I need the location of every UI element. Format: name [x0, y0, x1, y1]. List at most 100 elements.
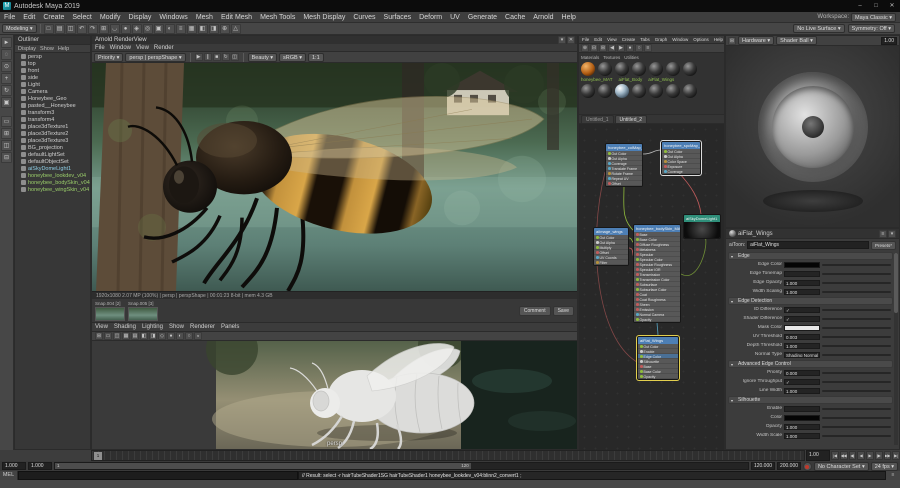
attribute-slider[interactable] [822, 273, 891, 275]
playback-start-field[interactable]: 1.000 [28, 462, 52, 470]
zoom-ratio-button[interactable]: 1:1 [308, 53, 324, 62]
viewer-mode-icon[interactable]: ⊞ [728, 37, 736, 45]
scrollbar[interactable] [894, 253, 898, 445]
node-title[interactable]: honeybee_spcMap_v04 [662, 142, 700, 149]
menu-item[interactable]: Mesh Display [299, 14, 349, 21]
viewport-menu-item[interactable]: Renderer [190, 323, 215, 331]
material-swatch[interactable] [598, 62, 612, 76]
resolution-gate-icon[interactable]: ◫ [113, 332, 121, 340]
symmetry-toggle-icon[interactable]: ◐ [165, 24, 175, 34]
menu-icon[interactable]: ≡ [879, 230, 887, 238]
outliner-item[interactable]: front [15, 67, 90, 74]
attribute-slider[interactable] [822, 381, 891, 383]
redo-icon[interactable]: ↷ [88, 24, 98, 34]
attribute-slider[interactable] [822, 309, 891, 311]
outliner-item[interactable]: Honeybee_Geo [15, 95, 90, 102]
menu-item[interactable]: Cache [501, 14, 529, 21]
viewport-menu-item[interactable]: Show [169, 323, 184, 331]
menu-item[interactable]: Select [68, 14, 95, 21]
save-scene-icon[interactable]: ◫ [66, 24, 76, 34]
current-frame-field[interactable]: 1.00 [806, 450, 830, 461]
play-backwards-button[interactable]: ◀ [857, 451, 865, 460]
outliner-item[interactable]: side [15, 74, 90, 81]
node-attr-row[interactable]: Opacity [634, 317, 680, 322]
node-attr-row[interactable]: Translate Frame [606, 166, 642, 171]
outliner-item[interactable]: BG_projection [15, 144, 90, 151]
hypershade-menu-item[interactable]: Help [713, 36, 724, 43]
node-attr-row[interactable]: Offset [606, 181, 642, 186]
layout-split-vertical-icon[interactable]: ◫ [1, 140, 12, 151]
render-camera-dropdown[interactable]: persp | perspShape ▾ [125, 53, 185, 62]
unpin-icon[interactable]: ○ [635, 44, 643, 52]
render-current-frame-icon[interactable]: ◧ [198, 24, 208, 34]
node-graph[interactable]: honeybee_colMap_v04 Out ColorOut AlphaCo… [579, 124, 724, 451]
hypershade-menu-item[interactable]: Options [692, 36, 710, 43]
command-input[interactable] [18, 471, 298, 480]
step-forward-button[interactable]: |▶ [875, 451, 883, 460]
attribute-slider[interactable] [822, 354, 891, 356]
outliner-item[interactable]: Light [15, 81, 90, 88]
node-name-field[interactable]: aiFlat_Wings [747, 241, 869, 249]
shaded-icon[interactable]: ● [167, 332, 175, 340]
go-to-end-button[interactable]: ▶| [892, 451, 900, 460]
shader-node[interactable]: honeybee_colMap_v04 Out ColorOut AlphaCo… [605, 143, 643, 187]
renderview-menu-item[interactable]: Render [154, 44, 174, 51]
snapshot-icon[interactable]: ◫ [231, 53, 239, 61]
attribute-field[interactable]: 1.000 [784, 343, 820, 349]
move-tool-icon[interactable]: + [1, 73, 12, 84]
hypershade-menu-item[interactable]: Window [671, 36, 689, 43]
workspace-dropdown[interactable]: Maya Classic ▾ [851, 13, 896, 22]
outliner-item[interactable]: transform4 [15, 116, 90, 123]
select-tool-icon[interactable]: ► [1, 37, 12, 48]
playback-end-field[interactable]: 120.000 [751, 462, 775, 470]
attribute-field[interactable] [784, 325, 820, 331]
viewport-menu-item[interactable]: Panels [221, 323, 239, 331]
xray-icon[interactable]: ◒ [194, 332, 202, 340]
render-settings-icon[interactable]: ⊕ [220, 24, 230, 34]
browser-tab[interactable]: Materials [581, 54, 599, 61]
scale-tool-icon[interactable]: ▣ [1, 97, 12, 108]
snap-plane-icon[interactable]: ◈ [132, 24, 142, 34]
maximize-button[interactable]: □ [868, 0, 884, 12]
shader-node[interactable]: aiImage_wings Out ColorOut AlphaMultiply… [593, 227, 629, 266]
textured-icon[interactable]: ◐ [176, 332, 184, 340]
aov-dropdown[interactable]: Beauty ▾ [248, 53, 277, 62]
rotate-tool-icon[interactable]: ↻ [1, 85, 12, 96]
gate-mask-icon[interactable]: ▦ [122, 332, 130, 340]
outliner-title[interactable]: Outliner [15, 36, 90, 45]
menu-item[interactable]: Edit [19, 14, 39, 21]
outliner-item[interactable]: top [15, 60, 90, 67]
outliner-item[interactable]: place3dTexture1 [15, 123, 90, 130]
menu-item[interactable]: Windows [155, 14, 191, 21]
step-back-button[interactable]: ◀| [849, 451, 857, 460]
menu-item[interactable]: Generate [464, 14, 501, 21]
rearrange-graph-icon[interactable]: ⊞ [599, 44, 607, 52]
open-scene-icon[interactable]: ▤ [55, 24, 65, 34]
material-swatch[interactable] [649, 62, 663, 76]
output-connections-icon[interactable]: ▶ [617, 44, 625, 52]
close-button[interactable]: ✕ [884, 0, 900, 12]
filter-icon[interactable]: ≡ [644, 44, 652, 52]
clear-graph-icon[interactable]: ⊟ [590, 44, 598, 52]
outliner-menu-item[interactable]: Help [58, 45, 69, 52]
attribute-field[interactable]: 1.000 [784, 289, 820, 295]
hypershade-menu-item[interactable]: View [606, 36, 618, 43]
section-header-advanced-edge[interactable]: Advanced Edge Control [728, 360, 893, 368]
render-stop-icon[interactable]: ■ [213, 53, 221, 61]
snap-point-icon[interactable]: ● [121, 24, 131, 34]
outliner-item[interactable]: aiSkyDomeLight1 [15, 165, 90, 172]
material-swatch[interactable] [666, 62, 680, 76]
paint-effects-icon[interactable]: △ [231, 24, 241, 34]
menu-item[interactable]: Display [124, 14, 155, 21]
animation-start-field[interactable]: 1.000 [2, 462, 26, 470]
outliner-item[interactable]: defaultLightSet [15, 151, 90, 158]
viewport-menu-item[interactable]: View [95, 323, 108, 331]
panel-close-icon[interactable]: ✕ [567, 36, 575, 44]
pin-icon[interactable]: ● [626, 44, 634, 52]
outliner-item[interactable]: persp [15, 53, 90, 60]
attribute-slider[interactable] [822, 408, 891, 410]
priority-dropdown[interactable]: Priority ▾ [94, 53, 123, 62]
outliner-item[interactable]: place3dTexture3 [15, 137, 90, 144]
snapshot-item[interactable]: Snap.004 [2] [95, 301, 125, 321]
material-swatch[interactable] [683, 84, 697, 98]
